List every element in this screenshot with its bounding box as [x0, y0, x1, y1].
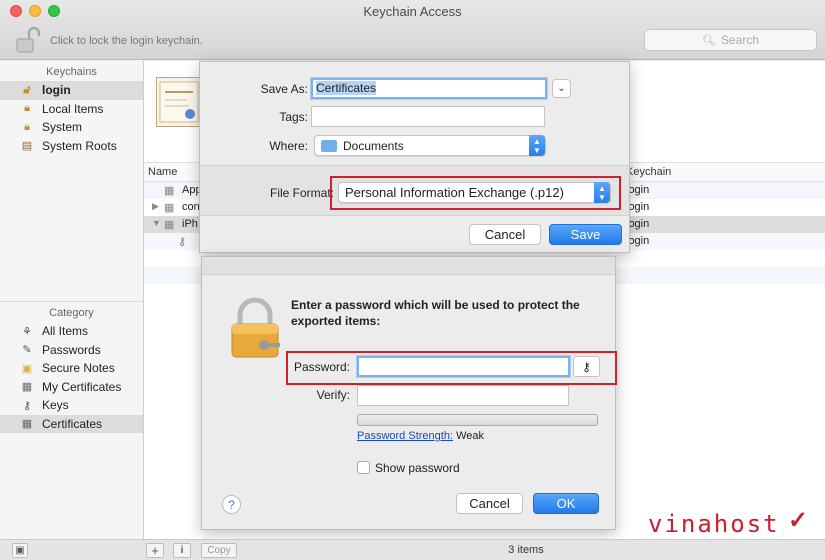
sidebar-item-label: Local Items [42, 101, 104, 116]
password-highlight [286, 351, 617, 385]
password-strength-meter [357, 414, 598, 426]
row-name: iPh [182, 218, 198, 230]
category-header: Category [49, 307, 94, 319]
tags-label: Tags: [279, 110, 308, 124]
cancel-button[interactable]: Cancel [469, 224, 541, 245]
status-bar: ▣ + i Copy 3 items [0, 539, 825, 560]
ok-button[interactable]: OK [533, 493, 599, 514]
where-label: Where: [269, 139, 308, 153]
file-format-label: File Format: [269, 186, 334, 200]
where-popup[interactable]: Documents ▲ ▼ [314, 135, 546, 156]
popup-stepper-icon: ▲ ▼ [529, 135, 545, 156]
save-as-label: Save As: [260, 82, 308, 96]
show-password-label[interactable]: Show password [375, 461, 460, 475]
help-button[interactable]: ? [222, 495, 241, 514]
certificate-preview-icon [156, 77, 202, 127]
window-titlebar: Keychain Access Click to lock the login … [0, 0, 825, 60]
save-as-value: Certificates [316, 81, 377, 95]
vinahost-watermark: vinahost [648, 510, 780, 538]
dialog-message: Enter a password which will be used to p… [291, 298, 580, 328]
cabinet-icon: ▤ [21, 140, 33, 153]
certificate-icon: ▦ [21, 381, 33, 394]
checkmark-logo-icon: ✓ [788, 507, 809, 534]
category-item-all-items[interactable]: ⚘ All Items [0, 322, 143, 341]
disclosure-triangle-icon[interactable]: ▶ [152, 201, 159, 212]
key-icon: ⚷ [178, 236, 187, 248]
category-item-label: Certificates [42, 416, 103, 431]
search-icon: 🔍︎ [702, 34, 716, 47]
category-item-passwords[interactable]: ✎ Passwords [0, 341, 143, 360]
category-item-label: My Certificates [42, 379, 122, 394]
category-item-my-certificates[interactable]: ▦ My Certificates [0, 378, 143, 397]
expand-chevron-button[interactable]: ⌄ [552, 79, 571, 98]
note-icon: ▣ [21, 362, 33, 375]
category-item-label: Keys [42, 398, 69, 413]
lock-icon: 🔒︎ [24, 102, 30, 115]
open-lock-icon: 🔓︎ [23, 83, 31, 96]
disclosure-expanded-icon[interactable]: ▼ [152, 218, 161, 228]
where-value: Documents [343, 138, 404, 153]
dialog-top-bar [202, 257, 615, 275]
row-name: con [182, 201, 200, 213]
category-item-label: Passwords [42, 342, 101, 357]
certificate-icon: ▦ [21, 418, 33, 431]
key-icon: ⚷ [22, 399, 32, 412]
lock-hint-text: Click to lock the login keychain. [50, 35, 203, 47]
format-section: File Format: Personal Information Exchan… [200, 165, 629, 216]
pen-icon: ✎ [22, 344, 32, 357]
export-save-sheet: Save As: Certificates ⌄ Tags: Where: Doc… [199, 61, 630, 253]
open-padlock-icon[interactable] [16, 26, 40, 54]
search-placeholder: Search [720, 33, 759, 47]
tags-field[interactable] [311, 106, 545, 127]
verify-field[interactable] [357, 385, 569, 406]
all-items-icon: ⚘ [22, 325, 32, 338]
save-as-field[interactable]: Certificates [311, 78, 547, 99]
lock-icon: 🔒︎ [24, 120, 30, 133]
category-item-certificates[interactable]: ▦ Certificates [0, 414, 143, 433]
password-strength-link[interactable]: Password Strength: [357, 430, 453, 442]
sidebar-item-login[interactable]: 🔓︎ login [0, 81, 143, 100]
save-button[interactable]: Save [549, 224, 622, 245]
search-field[interactable]: 🔍︎ Search [644, 29, 817, 51]
category-item-keys[interactable]: ⚷ Keys [0, 396, 143, 415]
password-strength-value: Weak [456, 430, 484, 442]
folder-icon [321, 139, 337, 152]
category-item-secure-notes[interactable]: ▣ Secure Notes [0, 359, 143, 378]
category-item-label: All Items [42, 324, 89, 339]
keychains-header: Keychains [46, 66, 97, 78]
item-count: 3 items [508, 544, 544, 556]
sidebar-item-system[interactable]: 🔒︎ System [0, 118, 143, 137]
sidebar: Keychains 🔓︎ login 🔒︎ Local Items 🔒︎ Sys… [0, 61, 144, 539]
sidebar-item-label: System Roots [42, 138, 117, 153]
show-password-checkbox[interactable] [357, 461, 370, 474]
sidebar-item-system-roots[interactable]: ▤ System Roots [0, 137, 143, 156]
sidebar-item-local-items[interactable]: 🔒︎ Local Items [0, 100, 143, 119]
name-column-header[interactable]: Name [148, 166, 177, 178]
sidebar-item-label: System [42, 120, 83, 135]
certificate-icon: ▦ [164, 202, 175, 214]
keychain-column-header[interactable]: Keychain [626, 166, 671, 178]
chevron-down-icon: ⌄ [557, 83, 566, 94]
sidebar-item-label: login [42, 83, 71, 98]
certificate-icon: ▦ [164, 185, 175, 197]
verify-label: Verify: [316, 388, 350, 402]
padlock-icon [231, 297, 280, 358]
password-strength-text: Password Strength: Weak [357, 430, 484, 442]
password-dialog: Enter a password which will be used to p… [201, 256, 617, 530]
window-title: Keychain Access [363, 4, 462, 19]
cancel-button[interactable]: Cancel [456, 493, 523, 514]
certificate-icon: ▦ [164, 219, 175, 231]
category-item-label: Secure Notes [42, 361, 115, 376]
category-section: Category ⚘ All Items ✎ Passwords ▣ Secur… [0, 301, 143, 433]
file-format-highlight [330, 176, 621, 210]
